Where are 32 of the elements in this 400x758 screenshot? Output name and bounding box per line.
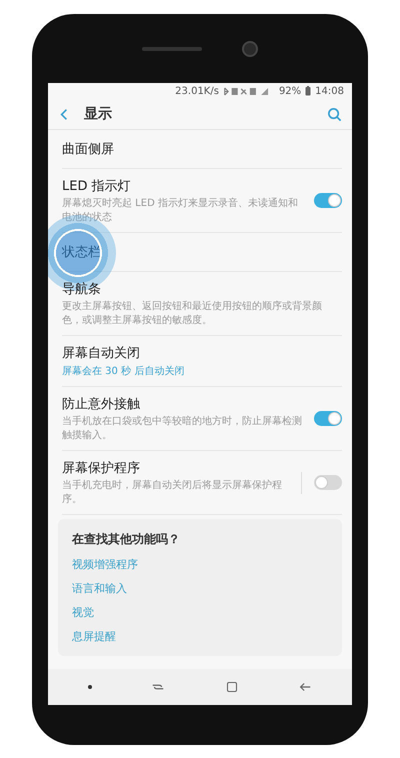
dot-icon	[88, 685, 92, 689]
setting-title: 防止意外接触	[62, 396, 141, 413]
screen-title: 显示	[84, 105, 113, 123]
home-icon[interactable]	[224, 681, 239, 693]
setting-description: 当手机充电时，屏幕自动关闭后将显示屏幕保护程序。	[62, 479, 283, 506]
setting-description: 更改主屏幕按钮、返回按钮和最近使用按钮的顺序或背景颜色，或调整主屏幕按钮的敏感度。	[62, 300, 323, 327]
speaker-grille	[142, 46, 202, 50]
toggle-switch[interactable]	[314, 411, 342, 426]
setting-title: LED 指示灯	[62, 178, 132, 195]
setting-title: 屏幕保护程序	[62, 460, 141, 477]
battery-icon	[305, 86, 312, 96]
setting-title: 屏幕自动关闭	[62, 345, 141, 362]
clock-time: 14:08	[315, 86, 344, 96]
back-arrow-icon[interactable]	[298, 681, 312, 693]
setting-title: 曲面侧屏	[62, 141, 115, 158]
toggle-switch[interactable]	[314, 475, 342, 490]
settings-row[interactable]: 曲面侧屏	[62, 130, 342, 169]
settings-row[interactable]: 屏幕自动关闭 屏幕会在 30 秒 后自动关闭	[62, 336, 342, 387]
settings-row[interactable]: 屏幕保护程序 当手机充电时，屏幕自动关闭后将显示屏幕保护程序。	[62, 451, 342, 515]
network-speed: 23.01K/s	[175, 86, 219, 96]
battery-level: 92%	[278, 86, 302, 96]
setting-description: 当手机放在口袋或包中等较暗的地方时，防止屏幕检测触摸输入。	[62, 415, 303, 442]
back-icon[interactable]	[60, 108, 68, 120]
setting-value: 屏幕会在 30 秒 后自动关闭	[62, 364, 186, 378]
card-title: 在查找其他功能吗？	[72, 531, 181, 548]
setting-title: 状态栏	[62, 244, 102, 261]
toggle-switch[interactable]	[314, 193, 342, 208]
settings-row[interactable]: 防止意外接触 当手机放在口袋或包中等较暗的地方时，防止屏幕检测触摸输入。	[62, 387, 342, 451]
camera-lens	[242, 40, 258, 56]
settings-row[interactable]: 导航条 更改主屏幕按钮、返回按钮和最近使用按钮的顺序或背景颜色，或调整主屏幕按钮的敏感度。	[62, 272, 342, 336]
setting-title: 导航条	[62, 281, 102, 298]
search-icon[interactable]	[327, 106, 342, 122]
